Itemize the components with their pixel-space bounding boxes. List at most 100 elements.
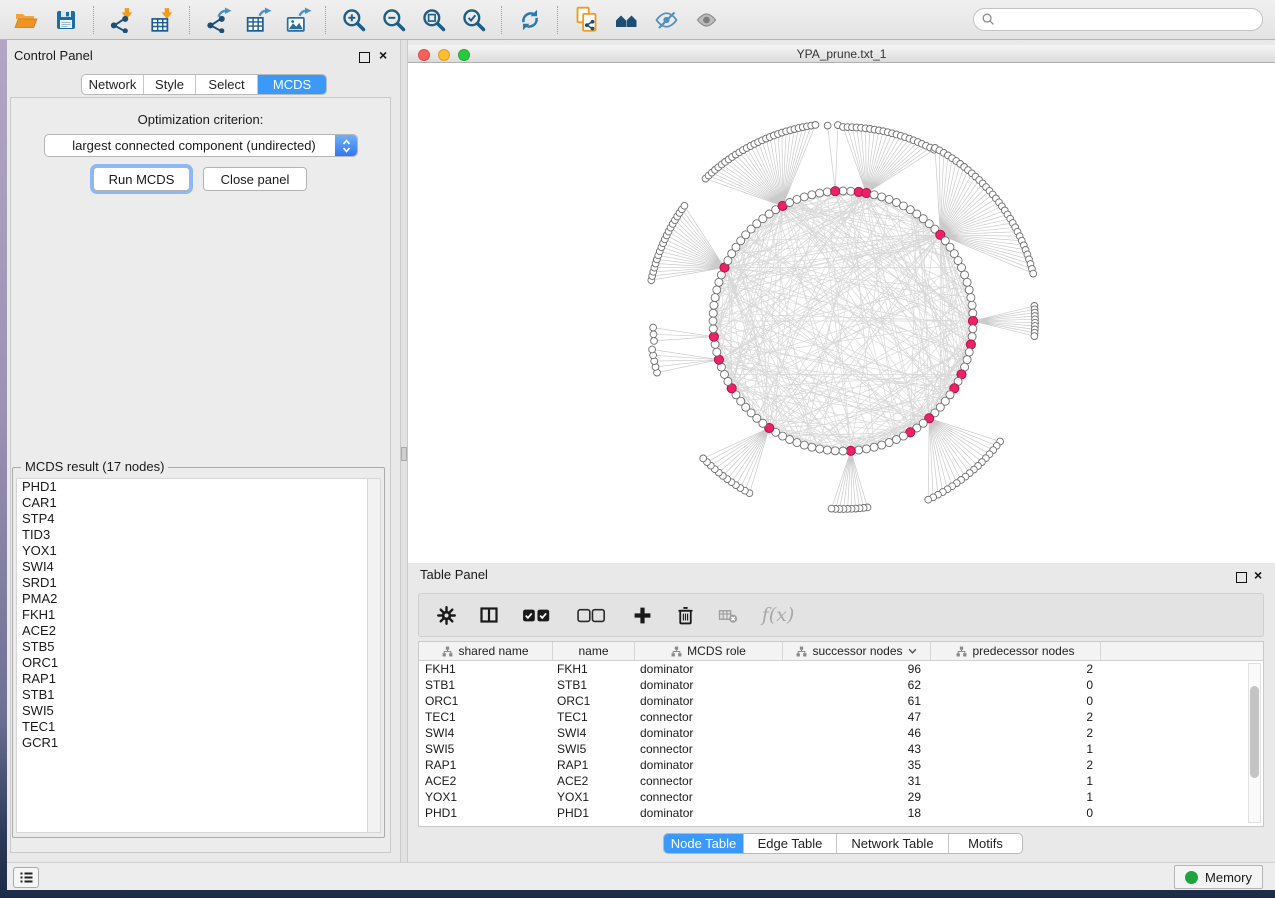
zoom-selected-button[interactable] <box>454 3 494 37</box>
table-settings-button[interactable] <box>435 604 457 626</box>
network-graph[interactable] <box>408 63 1275 563</box>
tab-edge-table[interactable]: Edge Table <box>744 834 837 853</box>
table-cell[interactable]: PHD1 <box>553 806 635 820</box>
mcds-result-item[interactable]: STB1 <box>17 687 368 703</box>
table-panel-float-button[interactable] <box>1236 570 1247 588</box>
tab-network-table[interactable]: Network Table <box>837 834 949 853</box>
table-cell[interactable]: dominator <box>635 806 783 820</box>
table-panel-close-button[interactable]: × <box>1254 569 1262 581</box>
table-row[interactable]: SWI4SWI4dominator462 <box>419 725 1263 741</box>
close-panel-button[interactable]: Close panel <box>203 167 307 191</box>
table-cell[interactable]: FKH1 <box>419 662 553 676</box>
table-cell[interactable]: 2 <box>931 758 1101 772</box>
import-network-button[interactable] <box>102 3 142 37</box>
network-window-titlebar[interactable]: YPA_prune.txt_1 <box>408 45 1275 63</box>
table-cell[interactable]: YOX1 <box>419 790 553 804</box>
mcds-result-item[interactable]: SWI5 <box>17 703 368 719</box>
tab-node-table[interactable]: Node Table <box>664 834 744 853</box>
delete-column-button[interactable] <box>674 604 696 626</box>
column-header-predecessor-nodes[interactable]: predecessor nodes <box>931 642 1101 660</box>
export-image-button[interactable] <box>278 3 318 37</box>
memory-button[interactable]: Memory <box>1174 865 1263 889</box>
network-view-canvas[interactable] <box>408 63 1275 563</box>
mcds-result-item[interactable]: ORC1 <box>17 655 368 671</box>
table-cell[interactable]: 2 <box>931 662 1101 676</box>
mcds-result-item[interactable]: CAR1 <box>17 495 368 511</box>
table-cell[interactable]: ACE2 <box>553 774 635 788</box>
table-row[interactable]: PHD1PHD1dominator180 <box>419 805 1263 821</box>
tab-style[interactable]: Style <box>144 75 196 94</box>
table-cell[interactable]: 1 <box>931 742 1101 756</box>
table-cell[interactable]: 2 <box>931 710 1101 724</box>
table-cell[interactable]: ORC1 <box>553 694 635 708</box>
tab-mcds[interactable]: MCDS <box>258 75 326 94</box>
search-box[interactable] <box>973 8 1263 31</box>
deselect-all-button[interactable] <box>576 604 610 626</box>
function-builder-button[interactable]: f(x) <box>760 604 796 626</box>
table-cell[interactable]: 1 <box>931 774 1101 788</box>
export-network-button[interactable] <box>198 3 238 37</box>
table-cell[interactable]: 43 <box>783 742 931 756</box>
table-cell[interactable]: RAP1 <box>553 758 635 772</box>
table-row[interactable]: STB1STB1dominator620 <box>419 677 1263 693</box>
table-cell[interactable]: ACE2 <box>419 774 553 788</box>
mcds-result-item[interactable]: STP4 <box>17 511 368 527</box>
run-mcds-button[interactable]: Run MCDS <box>93 167 190 191</box>
table-cell[interactable]: dominator <box>635 726 783 740</box>
table-cell[interactable]: TEC1 <box>419 710 553 724</box>
add-column-button[interactable] <box>631 604 653 626</box>
table-cell[interactable]: dominator <box>635 758 783 772</box>
control-panel-float-button[interactable] <box>359 50 370 68</box>
open-file-button[interactable] <box>6 3 46 37</box>
table-row[interactable]: TEC1TEC1connector472 <box>419 709 1263 725</box>
table-cell[interactable]: RAP1 <box>419 758 553 772</box>
table-cell[interactable]: dominator <box>635 678 783 692</box>
panel-divider-handle[interactable] <box>401 447 407 461</box>
show-panels-button[interactable] <box>13 867 39 888</box>
table-cell[interactable]: STB1 <box>553 678 635 692</box>
table-row[interactable]: ACE2ACE2connector311 <box>419 773 1263 789</box>
table-cell[interactable]: 0 <box>931 694 1101 708</box>
table-scrollbar[interactable] <box>1248 663 1261 823</box>
show-graphics-button[interactable] <box>686 3 726 37</box>
first-neighbors-button[interactable] <box>606 3 646 37</box>
table-cell[interactable]: YOX1 <box>553 790 635 804</box>
mcds-result-item[interactable]: FKH1 <box>17 607 368 623</box>
table-cell[interactable]: ORC1 <box>419 694 553 708</box>
column-header-mcds-role[interactable]: MCDS role <box>635 642 783 660</box>
hide-graphics-button[interactable] <box>646 3 686 37</box>
table-cell[interactable]: 2 <box>931 726 1101 740</box>
control-panel-close-button[interactable]: × <box>379 49 387 61</box>
column-header-name[interactable]: name <box>553 642 635 660</box>
zoom-in-button[interactable] <box>334 3 374 37</box>
table-cell[interactable]: dominator <box>635 662 783 676</box>
table-cell[interactable]: 1 <box>931 790 1101 804</box>
table-scrollbar-thumb[interactable] <box>1250 686 1259 778</box>
table-cell[interactable]: STB1 <box>419 678 553 692</box>
mcds-result-item[interactable]: YOX1 <box>17 543 368 559</box>
table-row[interactable]: ORC1ORC1dominator610 <box>419 693 1263 709</box>
table-cell[interactable]: connector <box>635 710 783 724</box>
table-cell[interactable]: 35 <box>783 758 931 772</box>
mcds-result-item[interactable]: TEC1 <box>17 719 368 735</box>
mcds-list-scrollbar[interactable] <box>367 478 381 833</box>
table-cell[interactable]: 0 <box>931 806 1101 820</box>
tab-network[interactable]: Network <box>82 75 144 94</box>
mcds-result-item[interactable]: ACE2 <box>17 623 368 639</box>
column-header-successor-nodes[interactable]: successor nodes <box>783 642 931 660</box>
table-row[interactable]: YOX1YOX1connector291 <box>419 789 1263 805</box>
table-cell[interactable]: 47 <box>783 710 931 724</box>
export-table-button[interactable] <box>238 3 278 37</box>
zoom-fit-button[interactable] <box>414 3 454 37</box>
table-cell[interactable]: SWI5 <box>419 742 553 756</box>
table-cell[interactable]: SWI4 <box>553 726 635 740</box>
mcds-result-item[interactable]: SRD1 <box>17 575 368 591</box>
zoom-out-button[interactable] <box>374 3 414 37</box>
mcds-result-item[interactable]: SWI4 <box>17 559 368 575</box>
table-cell[interactable]: SWI5 <box>553 742 635 756</box>
table-row[interactable]: RAP1RAP1dominator352 <box>419 757 1263 773</box>
tab-select[interactable]: Select <box>196 75 258 94</box>
table-cell[interactable]: FKH1 <box>553 662 635 676</box>
show-column-panel-button[interactable] <box>478 604 500 626</box>
mcds-result-item[interactable]: PMA2 <box>17 591 368 607</box>
